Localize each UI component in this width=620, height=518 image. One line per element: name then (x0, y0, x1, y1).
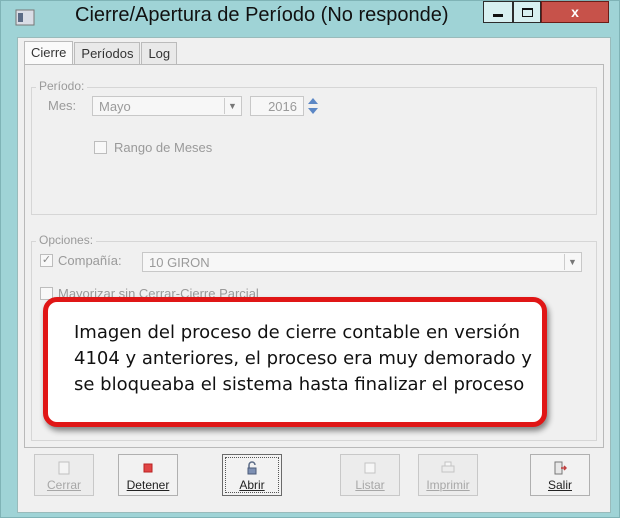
tab-periodos[interactable]: Períodos (74, 42, 141, 64)
year-input[interactable]: 2016 (250, 96, 304, 116)
mes-label: Mes: (48, 98, 77, 113)
annotation-text: Imagen del proceso de cierre contable en… (74, 322, 532, 395)
window-frame: Cierre/Apertura de Período (No responde)… (0, 0, 620, 518)
action-toolbar: Cerrar Detener Abrir Listar Imprimir Sal… (24, 454, 604, 510)
opciones-group-title: Opciones: (36, 233, 97, 247)
salir-button-label: Salir (547, 478, 572, 492)
close-icon: x (571, 4, 579, 20)
listar-button-label: Listar (355, 478, 385, 492)
listar-button[interactable]: Listar (340, 454, 400, 496)
cerrar-button-label: Cerrar (46, 478, 81, 492)
periodo-group: Período: Mes: Mayo ▼ 2016 Rango de Meses (31, 79, 597, 215)
document-icon (58, 461, 70, 475)
year-spinner-icon[interactable] (306, 95, 320, 117)
window-title: Cierre/Apertura de Período (No responde) (75, 4, 449, 26)
cerrar-button[interactable]: Cerrar (34, 454, 94, 496)
mes-select[interactable]: Mayo ▼ (92, 96, 242, 116)
compania-label: Compañía: (58, 253, 122, 268)
abrir-button[interactable]: Abrir (222, 454, 282, 496)
rango-meses-checkbox[interactable] (94, 141, 107, 154)
tab-log[interactable]: Log (141, 42, 178, 64)
imprimir-button[interactable]: Imprimir (418, 454, 478, 496)
annotation-callout: Imagen del proceso de cierre contable en… (43, 297, 547, 427)
salir-button[interactable]: Salir (530, 454, 590, 496)
minimize-button[interactable] (483, 1, 513, 23)
compania-select-value: 10 GIRON (149, 255, 210, 270)
printer-icon (441, 461, 455, 473)
title-bar[interactable]: Cierre/Apertura de Período (No responde)… (1, 1, 620, 35)
exit-icon (554, 461, 567, 475)
app-icon (15, 9, 35, 26)
tab-strip: Cierre Períodos Log (24, 41, 178, 65)
client-area: Cierre Períodos Log Período: Mes: Mayo ▼… (17, 37, 611, 513)
compania-checkbox[interactable]: ✓ (40, 254, 53, 267)
maximize-button[interactable] (513, 1, 541, 23)
year-input-value: 2016 (268, 99, 297, 114)
abrir-button-label: Abrir (239, 478, 265, 492)
chevron-down-icon[interactable]: ▼ (564, 254, 580, 270)
mes-select-value: Mayo (99, 99, 131, 114)
imprimir-button-label: Imprimir (426, 478, 470, 492)
list-icon (364, 462, 376, 474)
compania-select[interactable]: 10 GIRON ▼ (142, 252, 582, 272)
close-button[interactable]: x (541, 1, 609, 23)
stop-icon (143, 463, 153, 473)
maximize-icon (521, 7, 533, 17)
minimize-icon (493, 13, 503, 17)
periodo-group-title: Período: (36, 79, 88, 93)
detener-button[interactable]: Detener (118, 454, 178, 496)
tab-cierre[interactable]: Cierre (24, 41, 74, 65)
rango-meses-label: Rango de Meses (114, 140, 213, 155)
chevron-down-icon[interactable]: ▼ (224, 98, 240, 114)
detener-button-label: Detener (126, 478, 170, 492)
unlock-icon (247, 461, 257, 475)
